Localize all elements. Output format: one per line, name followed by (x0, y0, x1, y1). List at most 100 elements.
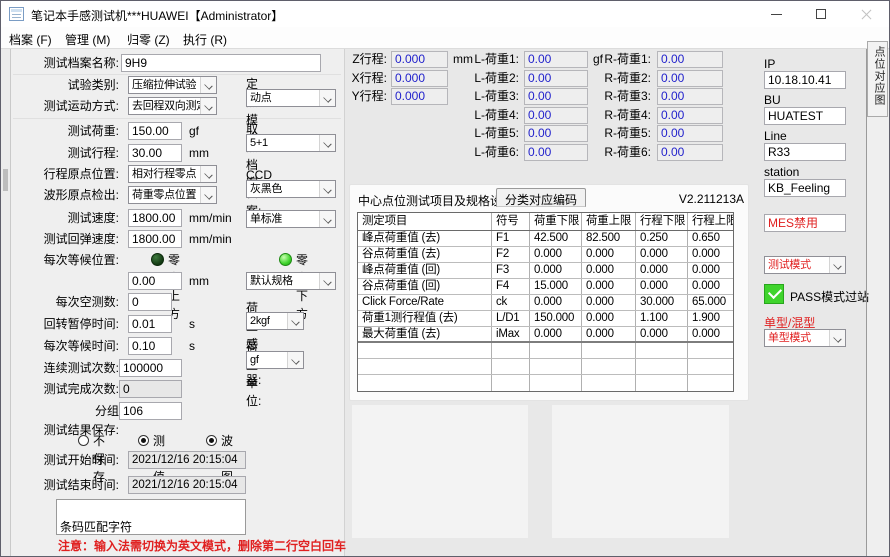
load-lower-cell[interactable] (530, 343, 582, 358)
stroke-upper-cell[interactable]: 0.650 (688, 231, 733, 246)
pause-time-input[interactable]: 0.01 (128, 315, 172, 333)
item-name-cell[interactable] (358, 359, 492, 374)
symbol-cell[interactable] (492, 359, 530, 374)
item-name-cell[interactable]: 最大荷重值 (去) (358, 327, 492, 341)
load-lower-cell[interactable]: 0.000 (530, 247, 582, 262)
measured-radio[interactable] (138, 435, 149, 446)
stroke-lower-cell[interactable]: 0.250 (636, 231, 688, 246)
item-name-cell[interactable]: 峰点荷重值 (回) (358, 263, 492, 278)
stroke-upper-cell[interactable]: 0.000 (688, 247, 733, 262)
symbol-cell[interactable]: ck (492, 295, 530, 310)
stroke-upper-cell[interactable]: 0.000 (688, 327, 733, 341)
load-upper-cell[interactable]: 0.000 (582, 311, 636, 326)
load-upper-cell[interactable] (582, 343, 636, 358)
item-name-cell[interactable]: 荷重1测行程值 (去) (358, 311, 492, 326)
load-upper-cell[interactable]: 82.500 (582, 231, 636, 246)
menu-file[interactable]: 档案 (F) (9, 31, 52, 48)
chevron-down-icon[interactable] (319, 273, 335, 289)
rebound-speed-input[interactable]: 1800.00 (128, 230, 182, 248)
test-speed-input[interactable]: 1800.00 (128, 209, 182, 227)
stroke-lower-cell[interactable] (636, 359, 688, 374)
stroke-lower-cell[interactable]: 0.000 (636, 263, 688, 278)
load-unit-select[interactable]: gf (246, 351, 304, 369)
bu-input[interactable]: HUATEST (764, 107, 846, 125)
wave-origin-select[interactable]: 荷重零点位置 (128, 186, 217, 204)
chevron-down-icon[interactable] (319, 181, 335, 197)
pass-mode-checkbox[interactable] (764, 284, 784, 304)
menu-manage[interactable]: 管理 (M) (65, 31, 110, 48)
menu-execute[interactable]: 执行 (R) (183, 31, 227, 48)
stroke-upper-cell[interactable] (688, 343, 733, 358)
stroke-upper-cell[interactable]: 1.900 (688, 311, 733, 326)
stroke-upper-cell[interactable] (688, 375, 733, 391)
chevron-down-icon[interactable] (200, 187, 216, 203)
stroke-upper-cell[interactable] (688, 359, 733, 374)
load-upper-cell[interactable]: 0.000 (582, 295, 636, 310)
load-lower-cell[interactable] (530, 375, 582, 391)
stroke-lower-cell[interactable]: 30.000 (636, 295, 688, 310)
stroke-upper-cell[interactable]: 0.000 (688, 279, 733, 294)
load-lower-cell[interactable] (530, 359, 582, 374)
load-lower-cell[interactable]: 0.000 (530, 295, 582, 310)
stroke-lower-cell[interactable]: 0.000 (636, 279, 688, 294)
default-spec-select[interactable]: 默认规格 (246, 272, 336, 290)
station-input[interactable]: KB_Feeling (764, 179, 846, 197)
load-lower-cell[interactable]: 15.000 (530, 279, 582, 294)
symbol-cell[interactable] (492, 343, 530, 358)
chevron-down-icon[interactable] (829, 257, 845, 273)
stroke-lower-cell[interactable] (636, 375, 688, 391)
symbol-cell[interactable]: L/D1 (492, 311, 530, 326)
load-lower-cell[interactable]: 150.000 (530, 311, 582, 326)
tab-classification-code[interactable]: 分类对应编码 (496, 188, 586, 207)
continuous-count-input[interactable]: 100000 (119, 359, 182, 377)
stroke-upper-cell[interactable]: 65.000 (688, 295, 733, 310)
menu-zero[interactable]: 归零 (Z) (127, 31, 170, 48)
barcode-match-input[interactable]: 条码匹配字符 (56, 499, 246, 535)
minimize-button[interactable] (754, 1, 799, 27)
wait-offset-input[interactable]: 0.00 (128, 272, 182, 290)
chevron-down-icon[interactable] (319, 211, 335, 227)
symbol-cell[interactable]: F3 (492, 263, 530, 278)
standard-select[interactable]: 单标准 (246, 210, 336, 228)
chevron-down-icon[interactable] (829, 330, 845, 346)
ip-input[interactable]: 10.18.10.41 (764, 71, 846, 89)
ccd-file-select[interactable]: 灰黑色 (246, 180, 336, 198)
symbol-cell[interactable]: F1 (492, 231, 530, 246)
load-lower-cell[interactable]: 42.500 (530, 231, 582, 246)
symbol-cell[interactable]: iMax (492, 327, 530, 341)
load-upper-cell[interactable]: 0.000 (582, 263, 636, 278)
stroke-origin-select[interactable]: 相对行程零点 (128, 165, 217, 183)
stroke-upper-cell[interactable]: 0.000 (688, 263, 733, 278)
test-mode-select[interactable]: 测试模式 (764, 256, 846, 274)
stroke-lower-cell[interactable]: 0.000 (636, 327, 688, 341)
line-input[interactable]: R33 (764, 143, 846, 161)
model-mode-select[interactable]: 单型模式 (764, 329, 846, 347)
item-name-cell[interactable]: 峰点荷重值 (去) (358, 231, 492, 246)
load-lower-cell[interactable]: 0.000 (530, 327, 582, 341)
group-input[interactable]: 106 (119, 402, 182, 420)
symbol-cell[interactable]: F4 (492, 279, 530, 294)
chevron-down-icon[interactable] (287, 352, 303, 368)
splitter-handle[interactable] (3, 169, 8, 191)
tab-point-map[interactable]: 点位对应图 (867, 41, 888, 117)
chevron-down-icon[interactable] (287, 313, 303, 329)
empty-tests-input[interactable]: 0 (128, 293, 172, 311)
waveform-radio[interactable] (206, 435, 217, 446)
load-upper-cell[interactable] (582, 359, 636, 374)
load-upper-cell[interactable]: 0.000 (582, 279, 636, 294)
item-name-cell[interactable] (358, 343, 492, 358)
load-sensor-select[interactable]: 2kgf (246, 312, 304, 330)
load-lower-cell[interactable]: 0.000 (530, 263, 582, 278)
no-save-radio[interactable] (78, 435, 89, 446)
wait-time-input[interactable]: 0.10 (128, 337, 172, 355)
item-name-cell[interactable] (358, 375, 492, 391)
stroke-lower-cell[interactable]: 0.000 (636, 247, 688, 262)
close-button[interactable] (844, 1, 889, 27)
symbol-cell[interactable] (492, 375, 530, 391)
load-upper-cell[interactable] (582, 375, 636, 391)
stroke-lower-cell[interactable]: 1.100 (636, 311, 688, 326)
symbol-cell[interactable]: F2 (492, 247, 530, 262)
load-upper-cell[interactable]: 0.000 (582, 247, 636, 262)
chevron-down-icon[interactable] (200, 166, 216, 182)
item-name-cell[interactable]: 谷点荷重值 (回) (358, 279, 492, 294)
